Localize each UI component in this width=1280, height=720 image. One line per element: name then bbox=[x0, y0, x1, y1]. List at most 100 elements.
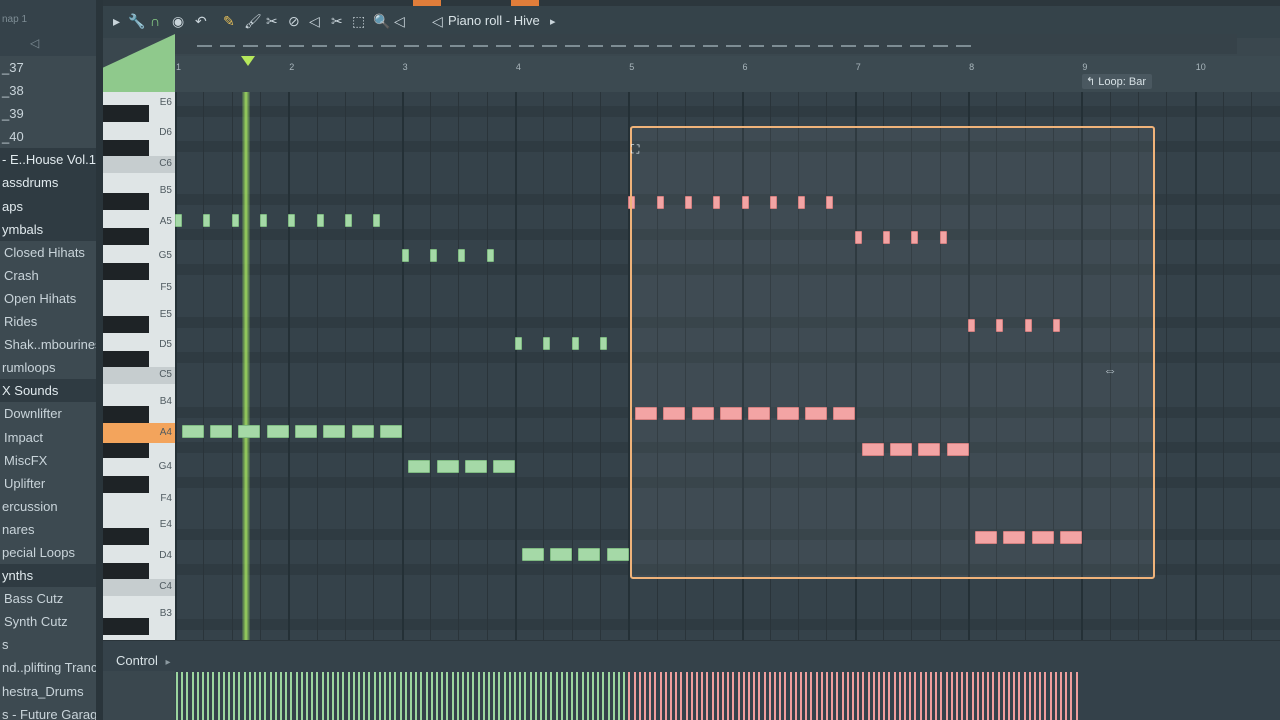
browser-item[interactable]: Closed Hihats bbox=[0, 241, 96, 264]
browser-folder[interactable]: ynths bbox=[0, 564, 96, 588]
velocity-bar[interactable] bbox=[472, 672, 475, 720]
velocity-bar[interactable] bbox=[274, 672, 277, 720]
velocity-bar[interactable] bbox=[1034, 672, 1036, 720]
velocity-bar[interactable] bbox=[456, 672, 459, 720]
note-block[interactable] bbox=[465, 460, 488, 473]
velocity-bar[interactable] bbox=[768, 672, 771, 720]
note-block[interactable] bbox=[181, 425, 204, 438]
velocity-bar[interactable] bbox=[1060, 672, 1062, 720]
velocity-bar[interactable] bbox=[857, 672, 860, 720]
note-block[interactable] bbox=[238, 425, 261, 438]
note-block[interactable] bbox=[578, 548, 601, 561]
velocity-bar[interactable] bbox=[503, 672, 506, 720]
velocity-bar[interactable] bbox=[956, 672, 958, 720]
velocity-bar[interactable] bbox=[711, 672, 714, 720]
note-block[interactable] bbox=[606, 548, 629, 561]
velocity-bar[interactable] bbox=[222, 672, 225, 720]
zoom-icon[interactable]: 🔍 bbox=[373, 13, 390, 30]
speaker-icon[interactable]: ◁ bbox=[30, 36, 39, 50]
piano-keyboard[interactable]: E6 D6 C6 B5 A5 G5 F5 E5 D5 C5 B4 A4 G4 F4 E4 D4 C4 B3 bbox=[103, 92, 175, 640]
velocity-bar[interactable] bbox=[560, 672, 563, 720]
velocity-bar[interactable] bbox=[576, 672, 579, 720]
loop-bar-label[interactable]: ↰ Loop: Bar bbox=[1082, 74, 1152, 89]
play-arrow-icon[interactable]: ▸ bbox=[113, 13, 120, 30]
velocity-bar[interactable] bbox=[919, 672, 922, 720]
velocity-bar[interactable] bbox=[924, 672, 927, 720]
velocity-bar[interactable] bbox=[358, 672, 360, 720]
note-block[interactable] bbox=[514, 337, 522, 350]
velocity-bar[interactable] bbox=[649, 672, 652, 720]
velocity-bar[interactable] bbox=[581, 672, 584, 720]
velocity-bar[interactable] bbox=[654, 672, 657, 720]
velocity-bar[interactable] bbox=[410, 672, 412, 720]
velocity-bar[interactable] bbox=[805, 672, 808, 720]
browser-item[interactable]: Rides bbox=[0, 310, 96, 333]
velocity-bar[interactable] bbox=[186, 672, 189, 720]
velocity-bar[interactable] bbox=[597, 672, 600, 720]
velocity-bar[interactable] bbox=[930, 672, 932, 720]
velocity-bar[interactable] bbox=[529, 672, 532, 720]
note-block[interactable] bbox=[380, 425, 403, 438]
velocity-bar[interactable] bbox=[633, 672, 636, 720]
note-block[interactable] bbox=[351, 425, 374, 438]
note-grid[interactable]: ⛶ ⇔ bbox=[175, 92, 1280, 640]
velocity-bar[interactable] bbox=[316, 672, 319, 720]
panel-divider[interactable] bbox=[96, 0, 103, 720]
velocity-bar[interactable] bbox=[467, 672, 470, 720]
note-block[interactable] bbox=[373, 214, 381, 227]
velocity-bar[interactable] bbox=[846, 672, 849, 720]
velocity-bar[interactable] bbox=[763, 672, 766, 720]
velocity-bar[interactable] bbox=[300, 672, 303, 720]
velocity-bar[interactable] bbox=[295, 672, 298, 720]
browser-item[interactable]: Downlifter bbox=[0, 402, 96, 425]
browser-folder[interactable]: assdrums bbox=[0, 171, 96, 195]
velocity-bar[interactable] bbox=[701, 672, 704, 720]
velocity-bar[interactable] bbox=[290, 672, 293, 720]
velocity-bar[interactable] bbox=[883, 672, 886, 720]
velocity-bar[interactable] bbox=[373, 672, 376, 720]
velocity-bar[interactable] bbox=[269, 672, 272, 720]
velocity-bar[interactable] bbox=[337, 672, 340, 720]
velocity-bar[interactable] bbox=[675, 672, 678, 720]
velocity-bar[interactable] bbox=[207, 672, 210, 720]
velocity-bar[interactable] bbox=[961, 672, 964, 720]
browser-item[interactable]: Uplifter bbox=[0, 472, 96, 495]
browser-item[interactable]: Impact bbox=[0, 426, 96, 449]
velocity-bar[interactable] bbox=[742, 672, 745, 720]
playhead-marker-icon[interactable] bbox=[241, 56, 255, 66]
browser-item[interactable]: hestra_Drums bbox=[0, 680, 96, 703]
velocity-bar[interactable] bbox=[488, 672, 490, 720]
velocity-bar[interactable] bbox=[820, 672, 823, 720]
velocity-bar[interactable] bbox=[233, 672, 236, 720]
black-key[interactable] bbox=[103, 140, 149, 157]
velocity-bar[interactable] bbox=[592, 672, 594, 720]
velocity-bar[interactable] bbox=[748, 672, 750, 720]
velocity-bar[interactable] bbox=[493, 672, 496, 720]
velocity-bar[interactable] bbox=[311, 672, 314, 720]
velocity-bar[interactable] bbox=[524, 672, 527, 720]
velocity-bar[interactable] bbox=[971, 672, 974, 720]
velocity-bar[interactable] bbox=[415, 672, 418, 720]
velocity-bar[interactable] bbox=[555, 672, 558, 720]
control-label[interactable]: Control ▸ bbox=[116, 653, 171, 668]
selection-handle-icon[interactable]: ⛶ bbox=[631, 142, 639, 157]
browser-item[interactable]: s bbox=[0, 633, 96, 656]
browser-item[interactable]: s - Future Garage bbox=[0, 703, 96, 720]
velocity-bar[interactable] bbox=[638, 672, 641, 720]
note-block[interactable] bbox=[493, 460, 516, 473]
black-key[interactable] bbox=[103, 351, 149, 368]
velocity-bar[interactable] bbox=[670, 672, 672, 720]
velocity-bar[interactable] bbox=[399, 672, 402, 720]
velocity-bar[interactable] bbox=[1028, 672, 1031, 720]
velocity-bar[interactable] bbox=[945, 672, 948, 720]
velocity-bar[interactable] bbox=[363, 672, 366, 720]
note-block[interactable] bbox=[401, 249, 409, 262]
velocity-bar[interactable] bbox=[706, 672, 709, 720]
velocity-bar[interactable] bbox=[436, 672, 438, 720]
velocity-bar[interactable] bbox=[1023, 672, 1026, 720]
velocity-bar[interactable] bbox=[280, 672, 282, 720]
velocity-bar[interactable] bbox=[618, 672, 620, 720]
velocity-bar[interactable] bbox=[181, 672, 184, 720]
velocity-bar[interactable] bbox=[852, 672, 854, 720]
velocity-bar[interactable] bbox=[326, 672, 329, 720]
